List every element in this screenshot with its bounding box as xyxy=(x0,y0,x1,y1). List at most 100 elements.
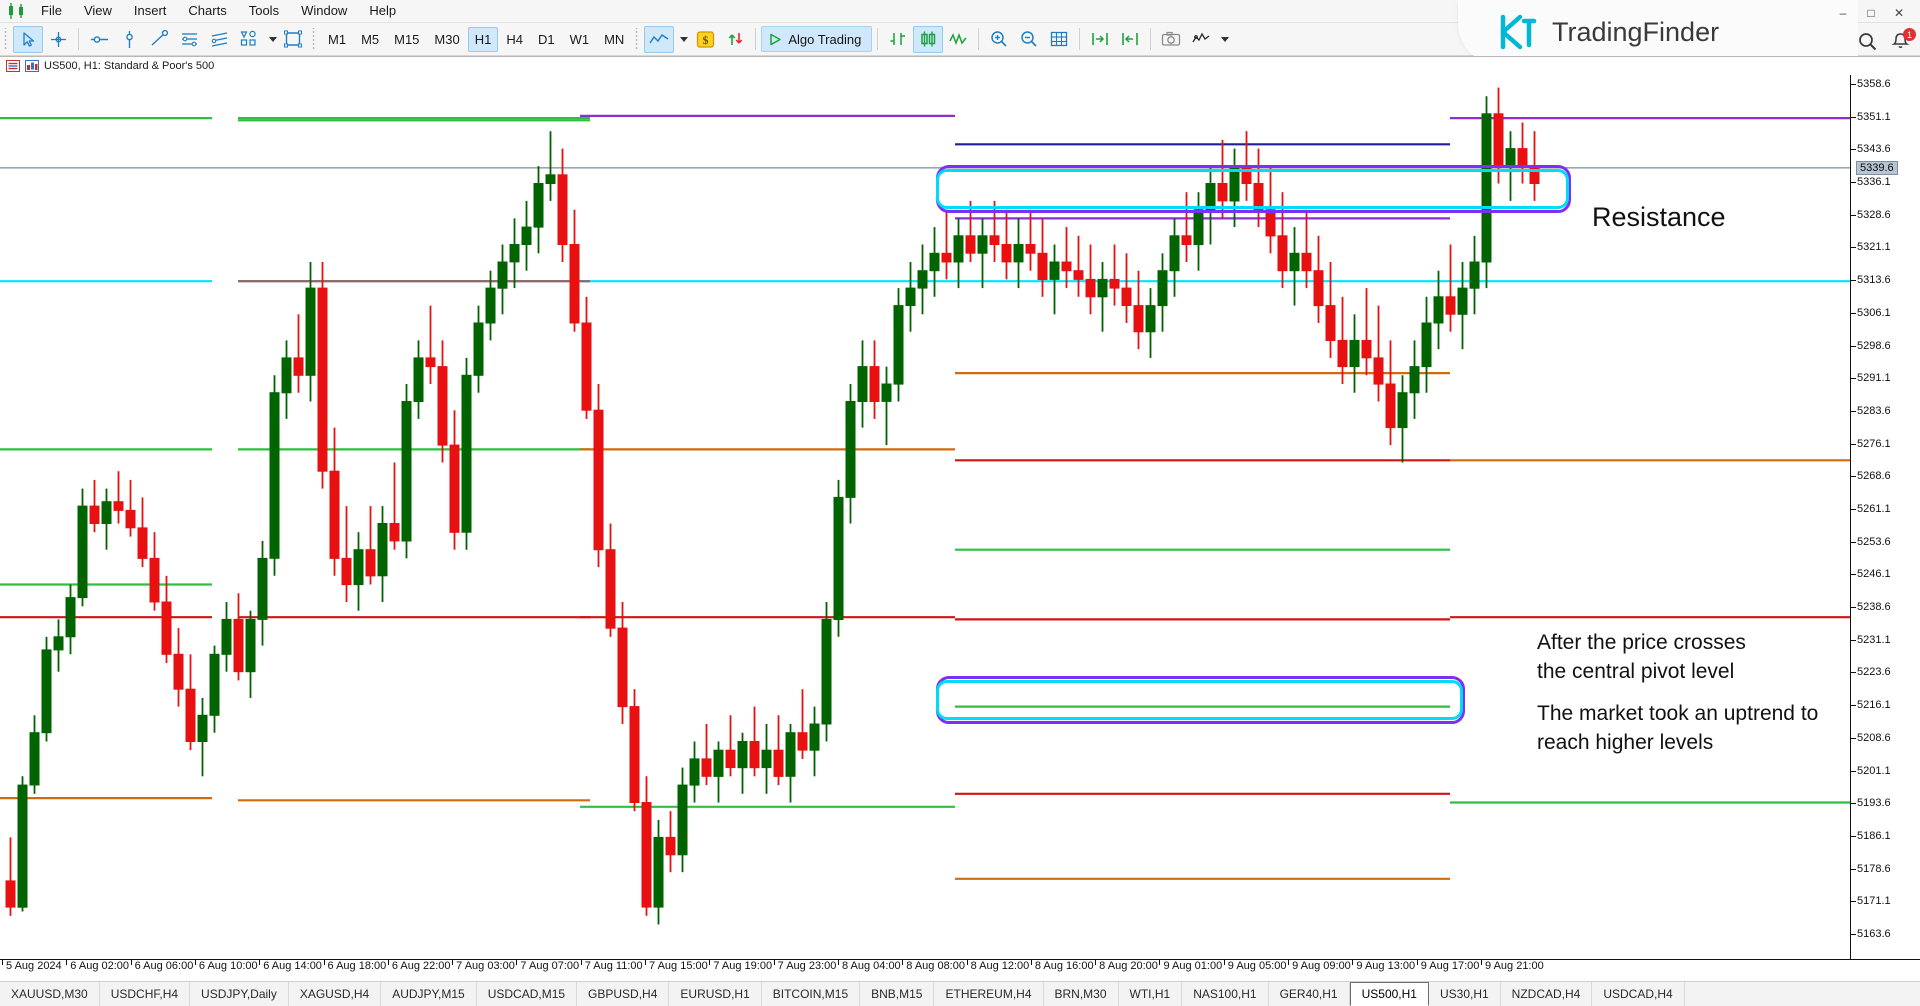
fibonacci-icon[interactable] xyxy=(204,26,234,53)
symbol-tab-ethereum-h4[interactable]: ETHEREUM,H4 xyxy=(934,982,1044,1006)
candle-body xyxy=(773,749,784,777)
candlestick-chart-icon[interactable] xyxy=(913,25,944,53)
menu-item-help[interactable]: Help xyxy=(358,0,407,22)
symbol-tab-ger40-h1[interactable]: GER40,H1 xyxy=(1269,982,1350,1006)
camera-icon[interactable] xyxy=(1156,26,1186,53)
price-tick: 5343.6 xyxy=(1851,143,1920,156)
time-tick-dash xyxy=(902,960,904,965)
time-tick-dash xyxy=(773,960,775,965)
dollar-icon[interactable]: $ xyxy=(690,26,720,53)
notification-bell-icon[interactable]: 1 xyxy=(1891,28,1916,56)
symbol-tab-wti-h1[interactable]: WTI,H1 xyxy=(1119,982,1183,1006)
close-button[interactable]: ✕ xyxy=(1886,4,1912,22)
time-tick-dash xyxy=(1030,960,1032,965)
candle-body xyxy=(53,636,64,651)
search-icon[interactable] xyxy=(1858,32,1877,56)
symbol-tab-usdcad-m15[interactable]: USDCAD,M15 xyxy=(477,982,578,1006)
vertical-line-icon[interactable] xyxy=(114,26,144,53)
symbol-tab-usdcad-h4[interactable]: USDCAD,H4 xyxy=(1592,982,1685,1006)
price-tick-label: 5328.6 xyxy=(1857,208,1891,221)
symbol-tab-usdjpy-daily[interactable]: USDJPY,Daily xyxy=(190,982,289,1006)
candle-body xyxy=(965,235,976,254)
symbol-tab-bnb-m15[interactable]: BNB,M15 xyxy=(860,982,935,1006)
symbol-tab-xagusd-h4[interactable]: XAGUSD,H4 xyxy=(289,982,382,1006)
chart-type-icon[interactable] xyxy=(644,25,675,53)
auto-scroll-icon[interactable] xyxy=(1115,26,1145,53)
grid-icon[interactable] xyxy=(1044,26,1074,53)
shapes-icon[interactable] xyxy=(234,26,264,53)
symbol-tab-gbpusd-h4[interactable]: GBPUSD,H4 xyxy=(577,982,670,1006)
shapes-dropdown-caret-icon[interactable] xyxy=(264,26,278,53)
symbol-tab-us30-h1[interactable]: US30,H1 xyxy=(1429,982,1501,1006)
symbol-tab-brn-m30[interactable]: BRN,M30 xyxy=(1044,982,1119,1006)
algo-trading-button[interactable]: Algo Trading xyxy=(761,26,873,52)
timeframe-button-h1[interactable]: H1 xyxy=(467,26,499,52)
symbol-tab-bitcoin-m15[interactable]: BITCOIN,M15 xyxy=(762,982,861,1006)
time-axis[interactable]: 5 Aug 2024 6 Aug 02:00 6 Aug 06:00 6 Aug 10… xyxy=(0,959,1920,981)
symbol-tab-nas100-h1[interactable]: NAS100,H1 xyxy=(1182,982,1269,1006)
menu-item-file[interactable]: File xyxy=(30,0,73,22)
menu-item-window[interactable]: Window xyxy=(290,0,358,22)
text-label-icon[interactable] xyxy=(278,26,308,53)
time-tick: 7 Aug 19:00 xyxy=(709,960,772,972)
candle-body xyxy=(797,732,808,751)
price-tick-dash xyxy=(1851,509,1856,510)
timeframe-button-m5[interactable]: M5 xyxy=(354,27,386,52)
candle-body xyxy=(569,244,580,324)
time-tick-label: 7 Aug 03:00 xyxy=(456,960,515,972)
zoom-in-icon[interactable] xyxy=(984,26,1014,53)
channel-icon[interactable] xyxy=(174,26,204,53)
timeframe-button-d1[interactable]: D1 xyxy=(531,27,562,52)
candle-body xyxy=(1157,270,1168,307)
symbol-tab-xauusd-m30[interactable]: XAUUSD,M30 xyxy=(0,982,100,1006)
timeframe-button-m15[interactable]: M15 xyxy=(387,27,426,52)
crosshair-icon[interactable] xyxy=(43,26,73,53)
time-tick-label: 9 Aug 01:00 xyxy=(1163,960,1223,972)
tradingfinder-name: TradingFinder xyxy=(1552,16,1720,47)
time-tick-dash xyxy=(837,960,839,965)
toolbar-grip-timeframes[interactable] xyxy=(311,28,318,50)
minimize-button[interactable]: – xyxy=(1830,4,1856,22)
menu-item-view[interactable]: View xyxy=(73,0,123,22)
time-tick: 6 Aug 06:00 xyxy=(130,960,193,972)
symbol-tab-eurusd-h1[interactable]: EURUSD,H1 xyxy=(669,982,762,1006)
symbol-tab-nzdcad-h4[interactable]: NZDCAD,H4 xyxy=(1501,982,1593,1006)
time-tick: 9 Aug 09:00 xyxy=(1288,960,1351,972)
candle-body xyxy=(833,496,844,620)
toolbar-grip[interactable] xyxy=(3,28,10,50)
timeframe-button-w1[interactable]: W1 xyxy=(563,27,597,52)
indicators-dropdown-caret-icon[interactable] xyxy=(1216,26,1230,53)
candle-body xyxy=(209,653,220,716)
menu-item-tools[interactable]: Tools xyxy=(238,0,290,22)
updown-arrows-icon[interactable] xyxy=(720,26,750,53)
bar-chart-icon[interactable] xyxy=(883,26,913,53)
line-chart-icon[interactable] xyxy=(943,26,973,53)
cursor-icon[interactable] xyxy=(13,25,43,53)
trendline-icon[interactable] xyxy=(144,26,174,53)
chart-type-dropdown-caret-icon[interactable] xyxy=(674,26,690,53)
menu-item-insert[interactable]: Insert xyxy=(123,0,178,22)
timeframe-button-m30[interactable]: M30 xyxy=(427,27,466,52)
symbol-tab-us500-h1[interactable]: US500,H1 xyxy=(1349,982,1429,1006)
time-tick: 9 Aug 17:00 xyxy=(1416,960,1479,972)
chart-plot-area[interactable]: Resistance After the price crosses the c… xyxy=(0,75,1850,959)
symbol-tab-audjpy-m15[interactable]: AUDJPY,M15 xyxy=(381,982,477,1006)
candle-body xyxy=(749,741,760,769)
price-tick-label: 5306.1 xyxy=(1857,306,1891,319)
chart-shift-icon[interactable] xyxy=(1085,26,1115,53)
candle-body xyxy=(185,688,196,743)
toolbar-grip-charttype[interactable] xyxy=(634,28,642,50)
timeframe-button-h4[interactable]: H4 xyxy=(499,27,530,52)
maximize-button[interactable]: □ xyxy=(1858,4,1884,22)
menu-item-charts[interactable]: Charts xyxy=(177,0,237,22)
symbol-tab-usdchf-h4[interactable]: USDCHF,H4 xyxy=(100,982,191,1006)
timeframe-button-m1[interactable]: M1 xyxy=(321,27,353,52)
chart-body[interactable]: Resistance After the price crosses the c… xyxy=(0,75,1920,981)
price-tick-label: 5223.6 xyxy=(1857,666,1891,679)
zoom-out-icon[interactable] xyxy=(1014,26,1044,53)
price-tick-dash xyxy=(1851,607,1856,609)
horizontal-line-icon[interactable] xyxy=(84,26,114,53)
indicators-icon[interactable] xyxy=(1186,26,1216,53)
price-axis[interactable]: 5358.6 5351.1 5343.6 5336.1 5328.6 5321.1 5313… xyxy=(1850,75,1920,959)
timeframe-button-mn[interactable]: MN xyxy=(597,27,631,52)
